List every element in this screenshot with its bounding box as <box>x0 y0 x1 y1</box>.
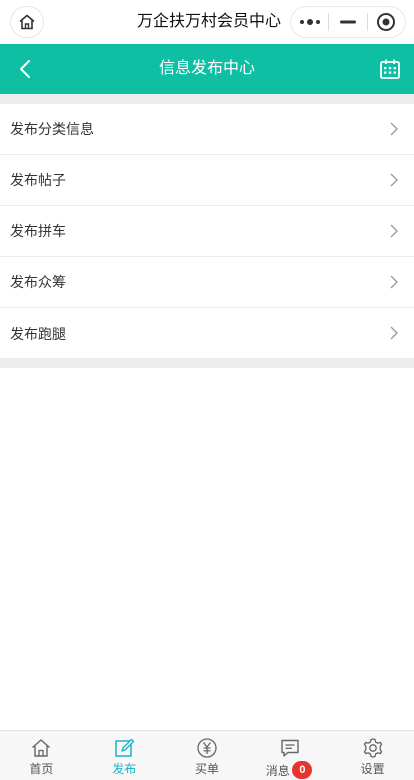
publish-menu: 发布分类信息 发布帖子 发布拼车 发布众筹 发布跑腿 <box>0 104 414 359</box>
message-icon <box>281 739 299 757</box>
gear-icon <box>363 738 382 758</box>
tab-label: 发布 <box>112 762 137 776</box>
section-divider <box>0 358 414 368</box>
menu-item-publish-classified[interactable]: 发布分类信息 <box>0 104 414 155</box>
section-divider <box>0 94 414 104</box>
tab-label: 消息 <box>265 764 290 778</box>
tab-label: 买单 <box>194 762 219 776</box>
tab-label: 设置 <box>360 762 385 776</box>
close-target-icon <box>377 13 396 31</box>
edit-icon <box>115 738 135 757</box>
menu-item-label: 发布众筹 <box>10 274 66 290</box>
chevron-right-icon <box>390 173 398 187</box>
menu-item-label: 发布帖子 <box>10 172 66 188</box>
tab-publish[interactable]: 发布 <box>83 731 166 780</box>
capsule-menu <box>290 6 406 38</box>
message-count-badge: 0 <box>292 761 313 779</box>
chevron-right-icon <box>390 122 398 136</box>
tab-bar: 首页 发布 买单 消息 0 设置 <box>0 730 414 780</box>
mini-program-bar: 万企扶万村会员中心 <box>0 0 414 44</box>
menu-item-publish-crowdfunding[interactable]: 发布众筹 <box>0 257 414 308</box>
more-button[interactable] <box>291 7 328 37</box>
menu-item-publish-carpool[interactable]: 发布拼车 <box>0 206 414 257</box>
calendar-icon[interactable] <box>378 57 402 81</box>
menu-item-label: 发布跑腿 <box>10 325 66 342</box>
menu-item-label: 发布拼车 <box>10 223 66 239</box>
home-icon <box>32 739 51 757</box>
minimize-button[interactable] <box>329 7 366 37</box>
tab-label: 首页 <box>29 762 54 776</box>
menu-item-publish-errand[interactable]: 发布跑腿 <box>0 308 414 359</box>
chevron-right-icon <box>390 326 398 340</box>
menu-item-publish-post[interactable]: 发布帖子 <box>0 155 414 206</box>
menu-item-label: 发布分类信息 <box>10 121 94 137</box>
yen-icon <box>197 738 217 758</box>
page-title: 信息发布中心 <box>158 60 255 77</box>
tab-pay[interactable]: 买单 <box>166 731 249 780</box>
more-icon <box>299 19 320 25</box>
tab-home[interactable]: 首页 <box>0 731 83 780</box>
chevron-right-icon <box>390 224 398 238</box>
minimize-icon <box>339 20 356 24</box>
page-header: 信息发布中心 <box>0 44 414 94</box>
chevron-right-icon <box>390 275 398 289</box>
tab-settings[interactable]: 设置 <box>331 731 414 780</box>
tab-messages[interactable]: 消息 0 <box>248 731 331 780</box>
close-button[interactable] <box>368 7 405 37</box>
